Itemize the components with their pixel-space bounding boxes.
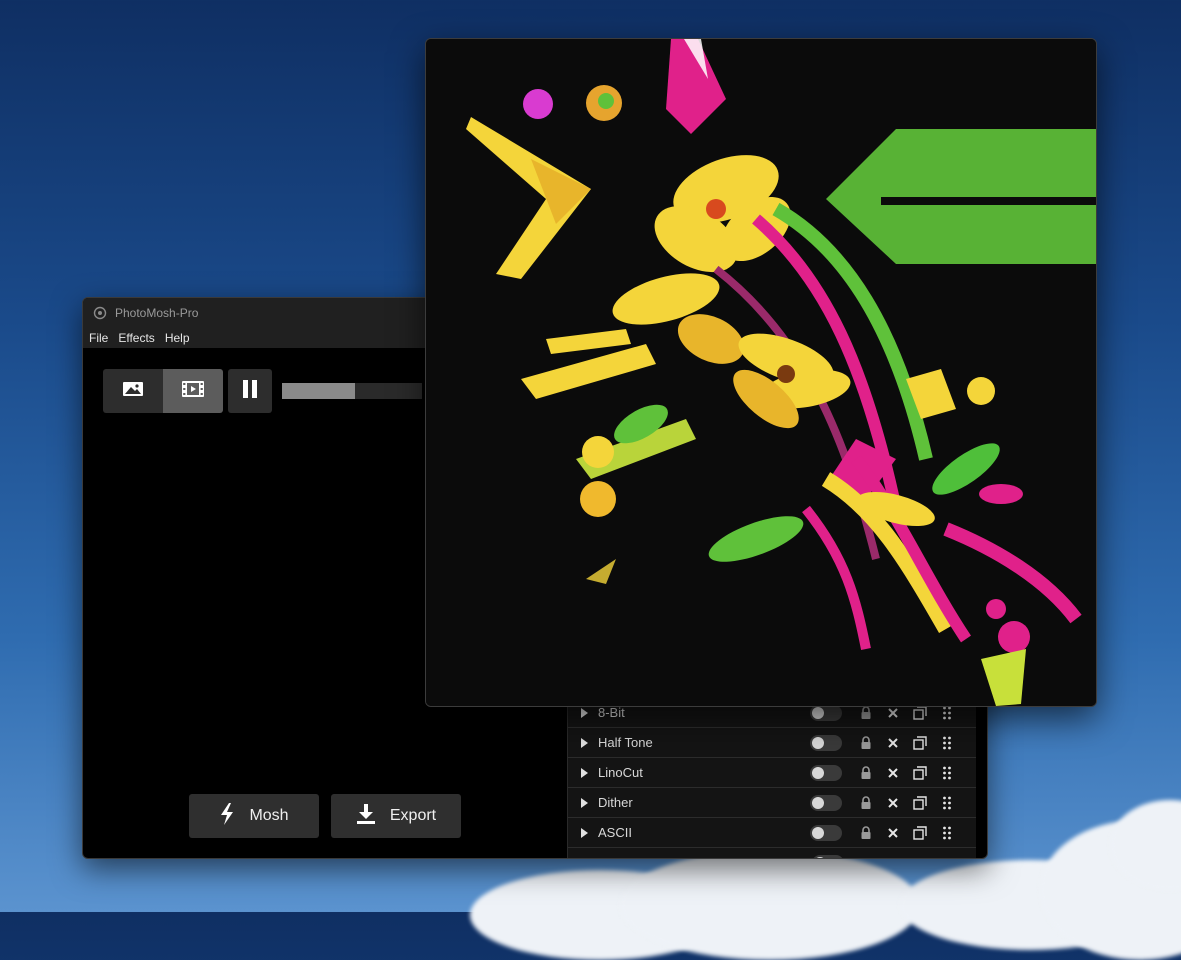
close-icon[interactable] xyxy=(885,825,901,841)
expand-arrow-icon[interactable] xyxy=(581,797,588,808)
expand-arrow-icon[interactable] xyxy=(581,737,588,748)
close-icon[interactable] xyxy=(885,765,901,781)
pause-icon xyxy=(242,379,258,404)
duplicate-icon[interactable] xyxy=(912,765,928,781)
mosh-button[interactable]: Mosh xyxy=(189,794,319,838)
effect-row[interactable]: Dither xyxy=(568,788,976,818)
effect-row[interactable]: Half Tone xyxy=(568,728,976,758)
effect-toggle[interactable] xyxy=(810,734,842,751)
duplicate-icon[interactable] xyxy=(912,735,928,751)
effect-name: LinoCut xyxy=(598,765,643,780)
effect-name: Half Tone xyxy=(598,735,653,750)
effect-toggle[interactable] xyxy=(812,854,844,858)
lock-icon[interactable] xyxy=(858,795,874,811)
mosh-label: Mosh xyxy=(249,807,289,824)
close-icon[interactable] xyxy=(885,795,901,811)
toolbar xyxy=(103,369,422,413)
drag-handle-icon[interactable] xyxy=(939,795,955,811)
progress-fill xyxy=(282,383,355,399)
drag-handle-icon[interactable] xyxy=(939,825,955,841)
menu-help[interactable]: Help xyxy=(165,331,190,345)
lightning-icon xyxy=(219,802,249,831)
app-logo-icon xyxy=(93,306,107,320)
close-icon[interactable] xyxy=(885,735,901,751)
pause-button[interactable] xyxy=(228,369,272,413)
preview-window[interactable] xyxy=(425,38,1097,707)
expand-arrow-icon[interactable] xyxy=(581,767,588,778)
image-mode-button[interactable] xyxy=(103,369,163,413)
effect-row-partial[interactable] xyxy=(568,848,976,858)
duplicate-icon[interactable] xyxy=(912,825,928,841)
video-mode-button[interactable] xyxy=(163,369,223,413)
menu-file[interactable]: File xyxy=(89,331,108,345)
image-icon xyxy=(122,381,144,402)
export-label: Export xyxy=(389,807,437,824)
effect-toggle[interactable] xyxy=(810,824,842,841)
export-button[interactable]: Export xyxy=(331,794,461,838)
lock-icon[interactable] xyxy=(858,825,874,841)
effect-row[interactable]: ASCII xyxy=(568,818,976,848)
window-title: PhotoMosh-Pro xyxy=(115,306,199,320)
drag-handle-icon[interactable] xyxy=(939,765,955,781)
lock-icon[interactable] xyxy=(858,765,874,781)
preview-canvas xyxy=(426,39,1096,706)
expand-arrow-icon[interactable] xyxy=(581,707,588,718)
effect-name: 8-Bit xyxy=(598,705,625,720)
effect-name: Dither xyxy=(598,795,633,810)
effect-row[interactable]: LinoCut xyxy=(568,758,976,788)
drag-handle-icon[interactable] xyxy=(939,735,955,751)
effect-toggle[interactable] xyxy=(810,794,842,811)
film-icon xyxy=(181,380,205,403)
expand-arrow-icon[interactable] xyxy=(581,827,588,838)
mode-toggle xyxy=(103,369,223,413)
effect-toggle[interactable] xyxy=(810,764,842,781)
download-icon xyxy=(356,803,390,830)
effect-name: ASCII xyxy=(598,825,632,840)
effects-list: 8-Bit Half Tone LinoCut Dither ASCII xyxy=(567,698,976,858)
playback-progress-bar[interactable] xyxy=(282,383,422,399)
lock-icon[interactable] xyxy=(858,735,874,751)
duplicate-icon[interactable] xyxy=(912,795,928,811)
menu-effects[interactable]: Effects xyxy=(118,331,154,345)
